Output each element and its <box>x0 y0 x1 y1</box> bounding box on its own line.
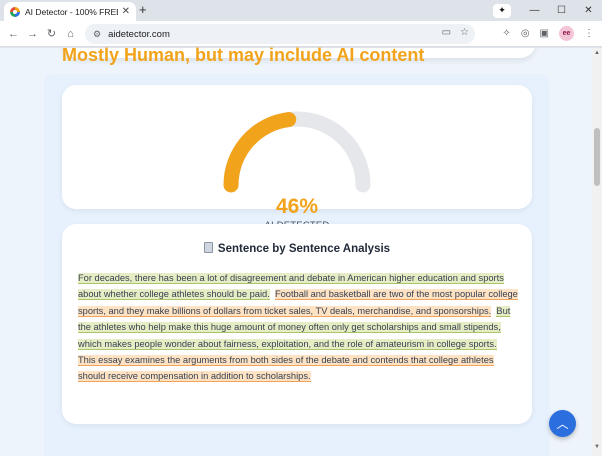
analysis-card: Sentence by Sentence Analysis For decade… <box>62 224 532 424</box>
site-favicon-icon <box>10 6 20 17</box>
profile-avatar[interactable]: ee <box>559 26 574 41</box>
home-button[interactable]: ⌂ <box>61 28 80 40</box>
tab-strip: AI Detector - 100% FREE AI C ✕ + ✦ — ☐ ✕ <box>0 0 602 21</box>
scroll-up-arrow-icon[interactable]: ▲ <box>594 50 600 56</box>
back-button[interactable]: ← <box>4 28 23 40</box>
browser-toolbar: ← → ↻ ⌂ ⚙ aidetector.com ▭ ☆ ✧ ◎ ▣ ee ⋮ <box>0 21 602 47</box>
page-scrollbar[interactable]: ▲ ▼ <box>592 48 602 456</box>
sentence-ai[interactable]: This essay examines the arguments from b… <box>78 355 494 383</box>
cast-icon[interactable]: ▣ <box>540 28 549 39</box>
extensions-icon[interactable]: ✧ <box>502 28 510 39</box>
url-text: aidetector.com <box>108 28 170 40</box>
scroll-to-top-button[interactable]: ︿ <box>549 410 576 437</box>
site-info-icon[interactable]: ⚙ <box>93 29 101 40</box>
bookmark-star-icon[interactable]: ☆ <box>460 27 469 38</box>
reload-button[interactable]: ↻ <box>42 27 61 40</box>
gauge-card: 46% AI DETECTED <box>62 85 532 231</box>
gauge-fill <box>223 112 297 193</box>
close-window-button[interactable]: ✕ <box>575 5 602 16</box>
address-bar[interactable]: ⚙ aidetector.com ▭ ☆ <box>85 24 475 44</box>
scroll-thumb[interactable] <box>594 128 600 186</box>
close-tab-icon[interactable]: ✕ <box>122 6 130 17</box>
install-app-icon[interactable]: ▭ <box>442 27 451 38</box>
new-tab-button[interactable]: + <box>139 3 147 17</box>
tab-title: AI Detector - 100% FREE AI C <box>25 6 118 17</box>
document-icon <box>203 242 213 253</box>
verdict-heading: Mostly Human, but may include AI content <box>62 45 425 65</box>
analysis-title: Sentence by Sentence Analysis <box>62 242 532 255</box>
maximize-button[interactable]: ☐ <box>548 5 575 16</box>
gemini-icon[interactable]: ✦ <box>493 3 511 18</box>
forward-button[interactable]: → <box>23 28 42 40</box>
ai-percentage: 46% <box>275 195 319 218</box>
chevron-up-icon: ︿ <box>556 417 569 431</box>
analysis-text: For decades, there has been a lot of dis… <box>78 270 518 385</box>
scroll-down-arrow-icon[interactable]: ▼ <box>594 444 600 450</box>
minimize-button[interactable]: — <box>521 5 548 16</box>
browser-tab[interactable]: AI Detector - 100% FREE AI C ✕ <box>4 2 136 21</box>
screenshot-icon[interactable]: ◎ <box>521 28 530 39</box>
analysis-title-text: Sentence by Sentence Analysis <box>217 243 391 255</box>
menu-kebab-icon[interactable]: ⋮ <box>584 28 594 39</box>
ai-gauge <box>223 111 371 193</box>
